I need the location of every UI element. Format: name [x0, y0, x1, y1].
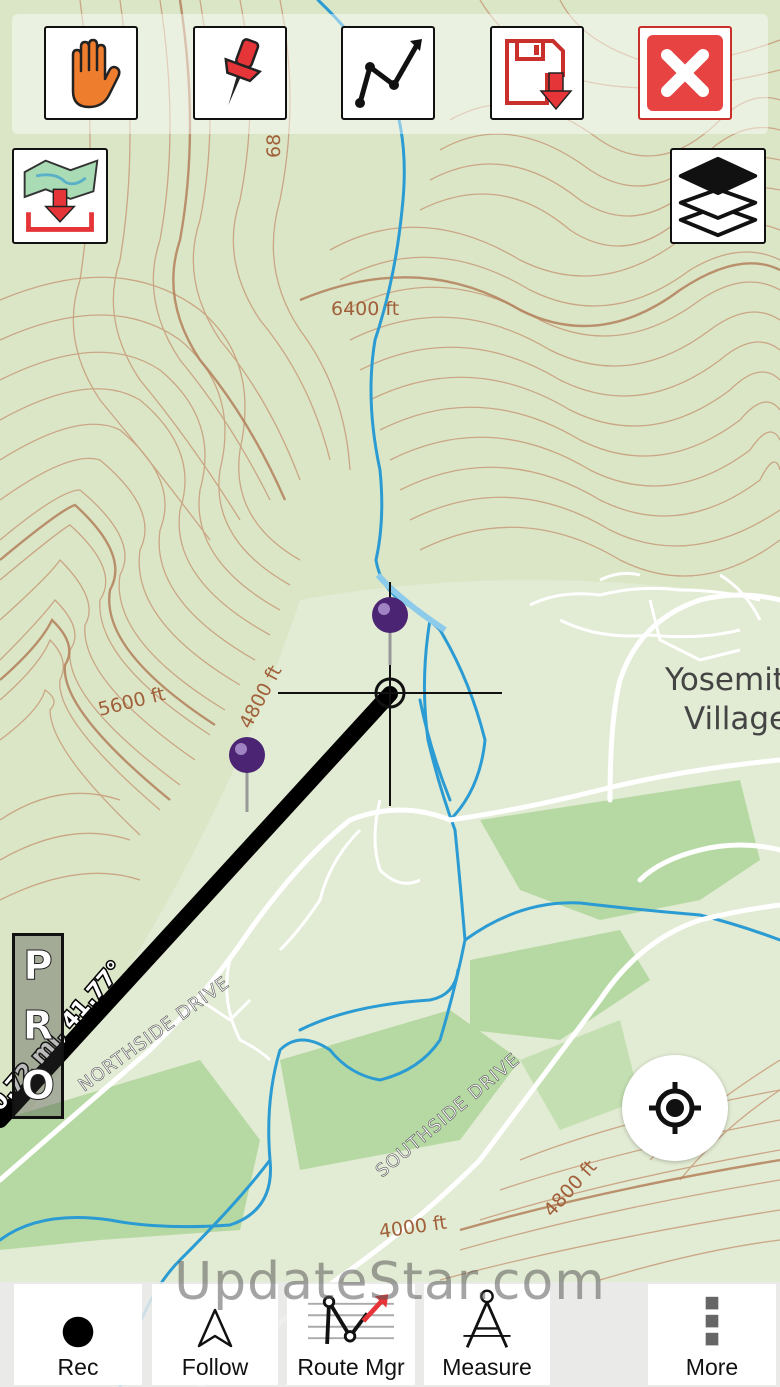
add-waypoint-button[interactable] [193, 26, 287, 120]
tab-label: Measure [442, 1354, 532, 1380]
save-track-icon [505, 39, 573, 111]
pro-badge[interactable]: P R O [12, 933, 64, 1119]
pro-letter: R [22, 1003, 54, 1049]
layers-button[interactable] [670, 148, 766, 244]
record-icon [62, 1316, 94, 1348]
tab-label: Route Mgr [297, 1354, 405, 1380]
navigation-arrow-icon [197, 1308, 233, 1348]
map-download-icon [23, 159, 99, 232]
close-button[interactable] [638, 26, 732, 120]
pushpin-icon [224, 38, 262, 105]
draw-route-button[interactable] [341, 26, 435, 120]
download-maps-button[interactable] [12, 148, 108, 244]
crosshair-locate-icon [649, 1082, 701, 1134]
save-track-button[interactable] [490, 26, 584, 120]
tab-label: More [685, 1354, 739, 1380]
pro-letter: O [20, 1063, 55, 1109]
hand-icon [71, 38, 121, 109]
place-label: Village [684, 701, 780, 737]
tab-label: Rec [57, 1354, 99, 1380]
elevation-label: 68 [263, 134, 285, 158]
place-label: Yosemit [664, 662, 780, 698]
route-draw-icon [355, 39, 422, 108]
watermark: UpdateStar.com [174, 1252, 606, 1312]
pan-button[interactable] [44, 26, 138, 120]
locate-me-button[interactable] [622, 1055, 728, 1161]
layers-icon [678, 156, 758, 238]
pro-letter: P [23, 943, 53, 989]
close-icon [647, 35, 723, 111]
topo-map[interactable]: 6400 ft 5600 ft 4800 ft 4800 ft 4000 ft … [0, 0, 780, 1387]
elevation-label: 6400 ft [331, 298, 399, 320]
tab-label: Follow [181, 1354, 249, 1380]
